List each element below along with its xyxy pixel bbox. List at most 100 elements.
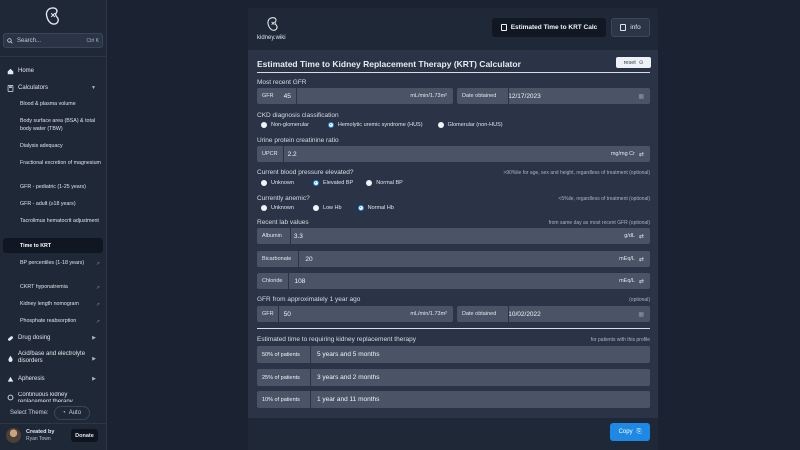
upcr-input[interactable]: UPCR 2.2 mg/mg Cr ⇄ <box>257 146 650 162</box>
search-placeholder: Search... <box>17 37 42 44</box>
gfr-unit: mL/min/1.73m² <box>410 93 447 99</box>
divider <box>0 423 107 424</box>
divider <box>278 306 279 322</box>
anemic-option-unknown[interactable]: Unknown <box>261 205 294 211</box>
gfr-recent-label: Most recent GFR <box>257 79 307 86</box>
nav-calculators-label: Calculators <box>18 85 49 91</box>
radio-dot <box>312 205 319 211</box>
chevron-down-icon: ▼ <box>91 85 96 91</box>
radio-dot <box>261 205 267 211</box>
nav-ckrt-label: Continuous kidney replacement therapy <box>18 392 73 402</box>
result-label: Estimated time to requiring kidney repla… <box>257 336 416 343</box>
nav-acid-base[interactable]: Acid/base and electrolyte disorders ▶ <box>0 351 104 365</box>
radio-dot <box>261 180 267 186</box>
ckd-option-hus[interactable]: Hemolytic uremic syndrome (HUS) <box>327 122 423 128</box>
gfr-recent-date-input[interactable]: Date obtained 12/17/2023 ▦ <box>457 88 650 104</box>
calendar-icon[interactable]: ▦ <box>638 93 644 100</box>
anemic-note: <5%ile, regardless of treatment (optiona… <box>558 196 650 202</box>
clipboard-icon: ⎘ <box>636 428 642 435</box>
anemic-option-low[interactable]: Low Hb <box>312 205 342 211</box>
divider <box>0 56 107 57</box>
result-percentile: 50% of patients <box>262 351 300 358</box>
sidebar-item-phosphate[interactable]: Phosphate reabsorption ↗ <box>20 317 104 325</box>
time-to-krt-calc-button[interactable]: Estimated Time to KRT Calc <box>492 18 606 37</box>
gfr-prior-input[interactable]: GFR 50 mL/min/1.73m² <box>257 306 453 322</box>
button-label: Estimated Time to KRT Calc <box>510 24 598 31</box>
gfr-tag: GFR <box>262 311 274 317</box>
search-input[interactable]: Search... Ctrl K <box>3 33 103 48</box>
radio-label: Non-glomerular <box>271 122 309 128</box>
divider <box>310 369 311 386</box>
theme-toggle[interactable]: ◔ Auto <box>53 406 90 420</box>
document-icon <box>620 24 627 31</box>
filter-icon <box>6 393 14 401</box>
upcr-unit-toggle[interactable]: mg/mg Cr ⇄ <box>611 151 644 158</box>
avatar <box>6 428 21 443</box>
reset-button[interactable]: reset ⊙ <box>616 57 651 68</box>
sidebar-item-dialysis[interactable]: Dialysis adequacy <box>20 142 104 150</box>
sidebar-item-blood-volume[interactable]: Blood & plasma volume <box>20 100 104 108</box>
sidebar-item-femg[interactable]: Fractional excretion of magnesium <box>20 159 104 167</box>
anemic-option-normal[interactable]: Normal Hb <box>357 205 394 211</box>
copy-label: Copy <box>618 429 633 435</box>
external-link-icon: ↗ <box>95 285 100 291</box>
kidney-logo-icon[interactable] <box>44 6 62 26</box>
radio-dot <box>366 180 373 186</box>
sidebar-item-kidney-length[interactable]: Kidney length nomogram ↗ <box>20 300 104 308</box>
gfr-prior-date: 10/02/2022 <box>508 310 541 318</box>
unit-label: mEq/L <box>619 278 635 284</box>
ckd-option-glomerular[interactable]: Glomerular (non-HUS) <box>437 122 503 128</box>
calendar-icon[interactable]: ▦ <box>638 311 644 318</box>
donate-button[interactable]: Donate <box>71 429 98 442</box>
gfr-prior-note: (optional) <box>629 297 650 303</box>
external-link-icon: ↗ <box>95 302 100 308</box>
gfr-tag: GFR <box>262 93 274 99</box>
bp-option-unknown[interactable]: Unknown <box>261 180 294 186</box>
page-title: Estimated Time to Kidney Replacement The… <box>257 59 521 69</box>
kidney-logo-icon[interactable] <box>266 15 280 33</box>
droplet-icon <box>6 354 14 362</box>
nav-drug-dosing[interactable]: Drug dosing ▶ <box>0 334 104 342</box>
gfr-prior-date-input[interactable]: Date obtained 10/02/2022 ▦ <box>457 306 650 322</box>
chloride-input[interactable]: Chloride 108 mEq/L ⇄ <box>257 273 650 289</box>
sidebar-item-gfr-adult[interactable]: GFR - adult (≥18 years) <box>20 200 104 208</box>
nav-ckrt[interactable]: Continuous kidney replacement therapy <box>0 392 104 402</box>
ckd-radio-group: Non-glomerular Hemolytic uremic syndrome… <box>261 122 503 128</box>
copy-button[interactable]: Copy ⎘ <box>610 423 650 441</box>
radio-label: Unknown <box>271 205 294 211</box>
bp-option-normal[interactable]: Normal BP <box>366 180 403 186</box>
sidebar-item-bsa[interactable]: Body surface area (BSA) & total body wat… <box>20 117 104 133</box>
result-value: 3 years and 2 months <box>317 374 380 381</box>
result-note: for patients with this profile <box>590 337 650 343</box>
sidebar-item-ckrt-hypo[interactable]: CKRT hyponatremia ↗ <box>20 283 104 291</box>
divider <box>508 306 509 322</box>
gfr-recent-input[interactable]: GFR 45 mL/min/1.73m² <box>257 88 453 104</box>
nav-home[interactable]: Home <box>0 67 104 75</box>
sidebar-item-gfr-peds[interactable]: GFR - pediatric (1-25 years) <box>20 183 104 191</box>
ckd-option-nonglomerular[interactable]: Non-glomerular <box>261 122 309 128</box>
chloride-unit-toggle[interactable]: mEq/L ⇄ <box>619 278 644 285</box>
chevron-right-icon: ▶ <box>92 335 96 341</box>
result-value: 1 year and 11 months <box>317 396 380 403</box>
bicarbonate-unit-toggle[interactable]: mEq/L ⇄ <box>619 256 644 263</box>
bp-label: Current blood pressure elevated? <box>257 169 354 176</box>
brand-name[interactable]: kidney.wiki <box>257 35 286 41</box>
nav-apheresis[interactable]: Apheresis ▶ <box>0 375 104 383</box>
labs-label: Recent lab values <box>257 219 309 226</box>
info-button[interactable]: info <box>611 18 650 37</box>
albumin-unit-toggle[interactable]: g/dL ⇄ <box>624 233 644 240</box>
radio-label: Normal BP <box>376 180 403 186</box>
nav-calculators[interactable]: Calculators ▼ <box>0 84 104 92</box>
sidebar-item-label: Kidney length nomogram <box>20 301 79 307</box>
gfr-unit: mL/min/1.73m² <box>410 311 447 317</box>
albumin-input[interactable]: Albumin 3.3 g/dL ⇄ <box>257 228 650 244</box>
bicarbonate-input[interactable]: Bicarbonate 20 mEq/L ⇄ <box>257 251 650 267</box>
divider <box>298 251 299 267</box>
bp-option-elevated[interactable]: Elevated BP <box>312 180 353 186</box>
unit-label: g/dL <box>624 233 635 239</box>
theme-value: Auto <box>68 410 82 416</box>
sidebar-item-bp-percentiles[interactable]: BP percentiles (1-18 years) ↗ <box>20 259 104 267</box>
sidebar-item-tacrolimus[interactable]: Tacrolimus hematocrit adjustment <box>20 217 104 225</box>
sidebar-item-time-to-krt[interactable]: Time to KRT <box>20 242 104 250</box>
home-icon <box>6 67 14 75</box>
